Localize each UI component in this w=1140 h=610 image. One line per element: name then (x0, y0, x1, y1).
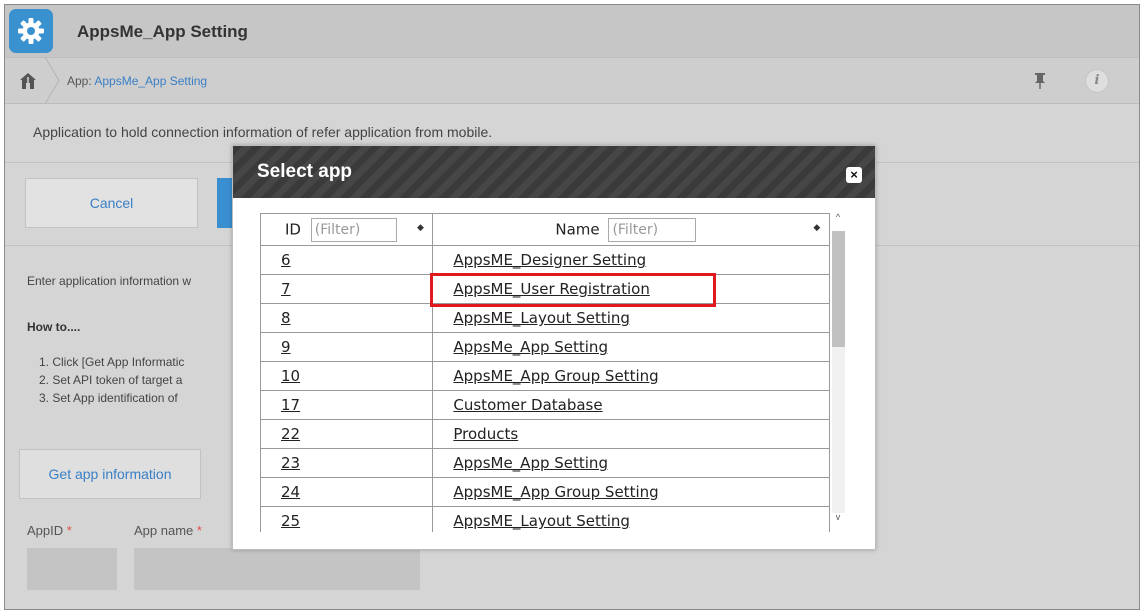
app-name-link[interactable]: AppsME_Layout Setting (453, 512, 630, 530)
app-name-link[interactable]: AppsME_App Group Setting (453, 483, 658, 501)
app-name-cell[interactable]: AppsME_App Group Setting (432, 477, 830, 507)
app-id-link[interactable]: 7 (281, 280, 291, 298)
table-row[interactable]: 8 AppsME_Layout Setting (261, 303, 830, 333)
info-icon[interactable]: i (1085, 69, 1109, 93)
app-title: AppsMe_App Setting (77, 22, 248, 41)
required-mark: * (66, 523, 72, 538)
app-id-link[interactable]: 10 (281, 367, 300, 385)
app-name-link[interactable]: AppsMe_App Setting (453, 454, 608, 472)
app-name-cell[interactable]: AppsME_Layout Setting (432, 303, 830, 333)
appid-label-text: AppID (27, 523, 64, 538)
app-name-link[interactable]: AppsME_Designer Setting (453, 251, 646, 269)
table-row[interactable]: 9 AppsMe_App Setting (261, 332, 830, 362)
sort-icon[interactable]: ◆ (417, 223, 424, 233)
app-id-cell[interactable]: 9 (261, 332, 434, 362)
app-id-cell[interactable]: 6 (261, 245, 434, 275)
select-app-dialog: Select app × ID (Filter) ◆ Name (Filter)… (232, 145, 876, 550)
app-id-cell[interactable]: 22 (261, 419, 434, 449)
appname-label-text: App name (134, 523, 194, 538)
app-id-link[interactable]: 24 (281, 483, 300, 501)
app-header: AppsMe_App Setting (5, 5, 1139, 57)
app-id-link[interactable]: 8 (281, 309, 291, 327)
scroll-up-icon[interactable]: ^ (830, 212, 846, 228)
name-column-header[interactable]: Name (Filter) ◆ (432, 213, 830, 246)
app-id-cell[interactable]: 24 (261, 477, 434, 507)
sort-icon[interactable]: ◆ (813, 223, 820, 233)
app-id-link[interactable]: 17 (281, 396, 300, 414)
app-id-cell[interactable]: 10 (261, 361, 434, 391)
table-row[interactable]: 23 AppsMe_App Setting (261, 448, 830, 478)
app-id-cell[interactable]: 8 (261, 303, 434, 333)
app-id-link[interactable]: 22 (281, 425, 300, 443)
app-name-link[interactable]: AppsMe_App Setting (453, 338, 608, 356)
howto-step: 3. Set App identification of (39, 391, 178, 405)
app-name-cell[interactable]: AppsMe_App Setting (432, 448, 830, 478)
table-row[interactable]: 25 AppsME_Layout Setting (261, 506, 830, 532)
app-name-cell[interactable]: AppsMe_App Setting (432, 332, 830, 362)
app-table-container[interactable]: ID (Filter) ◆ Name (Filter) ◆ 6 AppsME_De… (260, 213, 848, 532)
appname-label: App name * (134, 523, 202, 538)
app-name-cell[interactable]: AppsME_App Group Setting (432, 361, 830, 391)
gear-icon[interactable] (9, 9, 53, 53)
app-id-link[interactable]: 25 (281, 512, 300, 530)
howto-step: 2. Set API token of target a (39, 373, 183, 387)
app-name-cell[interactable]: Products (432, 419, 830, 449)
howto-step: 1. Click [Get App Informatic (39, 355, 185, 369)
breadcrumb-link[interactable]: AppsMe_App Setting (94, 74, 207, 88)
app-name-cell[interactable]: AppsME_Layout Setting (432, 506, 830, 532)
app-name-link[interactable]: AppsME_Layout Setting (453, 309, 630, 327)
table-row[interactable]: 24 AppsME_App Group Setting (261, 477, 830, 507)
table-row[interactable]: 6 AppsME_Designer Setting (261, 245, 830, 275)
table-header-row: ID (Filter) ◆ Name (Filter) ◆ (261, 213, 830, 246)
table-row[interactable]: 17 Customer Database (261, 390, 830, 420)
breadcrumb-separator (44, 57, 60, 104)
table-row[interactable]: 22 Products (261, 419, 830, 449)
appid-label: AppID * (27, 523, 72, 538)
appid-field[interactable] (27, 548, 117, 590)
app-name-link[interactable]: Products (453, 425, 518, 443)
app-table: ID (Filter) ◆ Name (Filter) ◆ 6 AppsME_De… (261, 213, 830, 532)
breadcrumb: App: AppsMe_App Setting i (5, 57, 1139, 104)
app-id-cell[interactable]: 17 (261, 390, 434, 420)
instructions-text: Enter application information w (27, 274, 192, 288)
name-filter-input[interactable]: (Filter) (608, 217, 697, 242)
breadcrumb-prefix: App: (67, 74, 95, 88)
howto-steps: 1. Click [Get App Informatic 2. Set API … (39, 353, 184, 407)
app-id-link[interactable]: 23 (281, 454, 300, 472)
highlight-box (430, 273, 716, 307)
app-id-cell[interactable]: 25 (261, 506, 434, 532)
app-id-cell[interactable]: 23 (261, 448, 434, 478)
howto-heading: How to.... (27, 320, 81, 334)
scrollbar-thumb[interactable] (832, 231, 845, 347)
id-filter-input[interactable]: (Filter) (310, 217, 397, 242)
dialog-title: Select app (257, 161, 353, 182)
app-id-link[interactable]: 9 (281, 338, 291, 356)
app-id-cell[interactable]: 7 (261, 274, 434, 304)
app-name-cell[interactable]: AppsME_Designer Setting (432, 245, 830, 275)
breadcrumb-text: App: AppsMe_App Setting (67, 74, 207, 88)
get-app-information-button[interactable]: Get app information (19, 449, 201, 499)
close-icon[interactable]: × (846, 167, 862, 183)
table-row[interactable]: 10 AppsME_App Group Setting (261, 361, 830, 391)
id-column-label: ID (285, 220, 301, 238)
appname-field[interactable] (134, 548, 420, 590)
page-description: Application to hold connection informati… (33, 124, 493, 140)
app-id-link[interactable]: 6 (281, 251, 291, 269)
home-icon[interactable] (19, 72, 37, 90)
dialog-header: Select app × (233, 146, 875, 198)
pin-icon[interactable] (1032, 72, 1048, 90)
required-mark: * (196, 523, 202, 538)
name-column-label: Name (555, 220, 600, 238)
cancel-button[interactable]: Cancel (25, 178, 198, 228)
app-name-cell[interactable]: Customer Database (432, 390, 830, 420)
id-column-header[interactable]: ID (Filter) ◆ (261, 213, 434, 246)
app-name-link[interactable]: AppsME_App Group Setting (453, 367, 658, 385)
app-name-link[interactable]: Customer Database (453, 396, 602, 414)
scroll-down-icon[interactable]: v (830, 512, 846, 526)
